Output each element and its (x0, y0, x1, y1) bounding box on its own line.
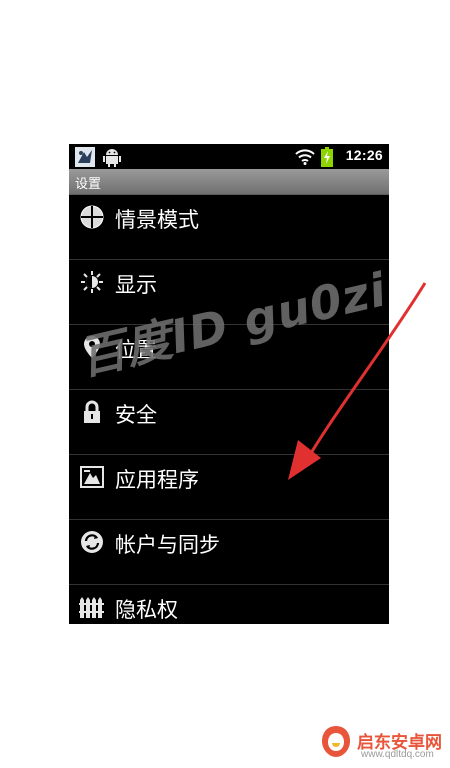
android-icon (103, 149, 121, 167)
settings-item-label: 隐私权 (115, 598, 178, 622)
title-bar: 设置 (69, 169, 389, 195)
applications-icon (80, 466, 104, 488)
settings-item-security[interactable]: 安全 (69, 390, 389, 455)
status-bar: 12:26 (69, 144, 389, 169)
wifi-icon (295, 149, 315, 165)
sync-icon (81, 531, 103, 553)
lock-icon (84, 400, 100, 423)
phone-screen: 12:26 设置 情景模式 显示 位置 安全 应用程序 帐户与同步 隐私权 (69, 144, 389, 624)
settings-item-privacy[interactable]: 隐私权 (69, 585, 389, 624)
page-title: 设置 (75, 177, 102, 192)
settings-item-label: 情景模式 (115, 208, 199, 232)
app-notification-icon (75, 147, 95, 167)
display-brightness-icon (81, 271, 103, 293)
site-logo-icon (322, 726, 350, 757)
settings-item-label: 应用程序 (115, 468, 199, 492)
settings-item-accounts-sync[interactable]: 帐户与同步 (69, 520, 389, 585)
settings-item-sound-profile[interactable]: 情景模式 (69, 195, 389, 260)
battery-charging-icon (321, 147, 333, 167)
settings-item-label: 安全 (115, 403, 157, 427)
settings-item-label: 帐户与同步 (115, 533, 220, 557)
privacy-fence-icon (79, 597, 104, 618)
site-url: www.qdltdq.com (361, 749, 434, 760)
sound-profile-icon (80, 205, 104, 229)
settings-item-applications[interactable]: 应用程序 (69, 455, 389, 520)
clock: 12:26 (345, 147, 383, 163)
